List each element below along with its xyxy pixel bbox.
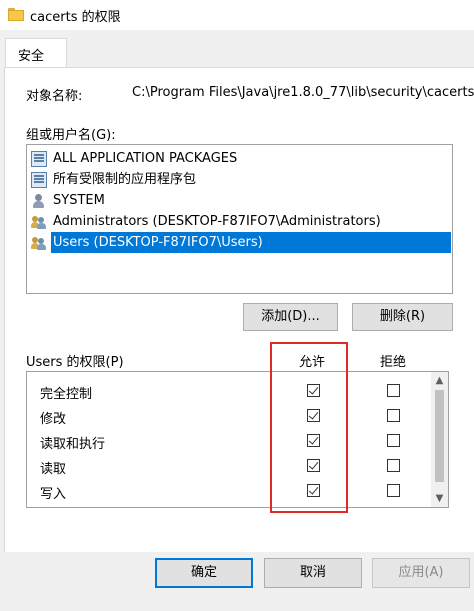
remove-button[interactable]: 删除(R) xyxy=(352,303,453,331)
permissions-label: Users 的权限(P) xyxy=(26,355,124,370)
users-group-icon xyxy=(31,235,47,251)
list-item-all-app-packages[interactable]: ALL APPLICATION PACKAGES xyxy=(31,148,239,169)
ok-button[interactable]: 确定 xyxy=(155,558,253,588)
deny-column-header: 拒绝 xyxy=(380,355,407,370)
app-package-icon xyxy=(31,171,47,188)
deny-checkbox[interactable] xyxy=(387,459,400,472)
permission-name: 修改 xyxy=(40,412,67,427)
groups-list[interactable]: ALL APPLICATION PACKAGES 所有受限制的应用程序包 SYS… xyxy=(26,144,453,294)
title-bar: cacerts 的权限 xyxy=(0,0,474,30)
permission-name: 写入 xyxy=(40,487,67,502)
list-item-label: Administrators (DESKTOP-F87IFO7\Administ… xyxy=(53,214,381,229)
permission-name: 读取 xyxy=(40,462,67,477)
deny-checkbox[interactable] xyxy=(387,484,400,497)
deny-checkbox[interactable] xyxy=(387,409,400,422)
apply-button[interactable]: 应用(A) xyxy=(372,558,470,588)
permissions-scrollbar[interactable]: ▲ ▼ xyxy=(431,372,448,507)
permissions-list: 完全控制 修改 读取和执行 读取 写入 ▲ ▼ xyxy=(26,371,449,508)
list-item-system[interactable]: SYSTEM xyxy=(31,190,107,211)
list-item-label: Users (DESKTOP-F87IFO7\Users) xyxy=(51,232,451,253)
permission-row-write: 写入 xyxy=(27,479,432,503)
folder-icon xyxy=(8,8,24,21)
permission-name: 读取和执行 xyxy=(40,437,106,452)
app-package-icon xyxy=(31,150,47,167)
dialog-bottom-edge xyxy=(0,596,474,611)
list-item-restricted-app-packages[interactable]: 所有受限制的应用程序包 xyxy=(31,169,198,190)
highlight-annotation-box xyxy=(270,342,348,513)
list-item-users[interactable]: Users (DESKTOP-F87IFO7\Users) xyxy=(31,232,451,253)
scroll-up-icon[interactable]: ▲ xyxy=(431,372,448,389)
permission-row-full-control: 完全控制 xyxy=(27,379,432,403)
users-group-icon xyxy=(31,214,47,230)
add-button[interactable]: 添加(D)... xyxy=(243,303,338,331)
deny-checkbox[interactable] xyxy=(387,434,400,447)
scroll-down-icon[interactable]: ▼ xyxy=(431,490,448,507)
user-icon xyxy=(31,193,47,209)
groups-label: 组或用户名(G): xyxy=(26,128,116,143)
list-item-label: ALL APPLICATION PACKAGES xyxy=(53,151,238,166)
permission-row-read-execute: 读取和执行 xyxy=(27,429,432,453)
object-name-value: C:\Program Files\Java\jre1.8.0_77\lib\se… xyxy=(132,85,474,100)
list-item-label: SYSTEM xyxy=(53,193,105,208)
permission-name: 完全控制 xyxy=(40,387,93,402)
window-title: cacerts 的权限 xyxy=(30,10,121,25)
tab-security-label: 安全 xyxy=(18,49,45,64)
list-item-administrators[interactable]: Administrators (DESKTOP-F87IFO7\Administ… xyxy=(31,211,383,232)
list-item-label: 所有受限制的应用程序包 xyxy=(53,172,197,187)
permission-row-modify: 修改 xyxy=(27,404,432,428)
object-name-label: 对象名称: xyxy=(26,89,83,104)
scrollbar-thumb[interactable] xyxy=(435,390,444,482)
permission-row-read: 读取 xyxy=(27,454,432,478)
cancel-button[interactable]: 取消 xyxy=(264,558,362,588)
tab-security[interactable]: 安全 xyxy=(5,38,67,68)
deny-checkbox[interactable] xyxy=(387,384,400,397)
